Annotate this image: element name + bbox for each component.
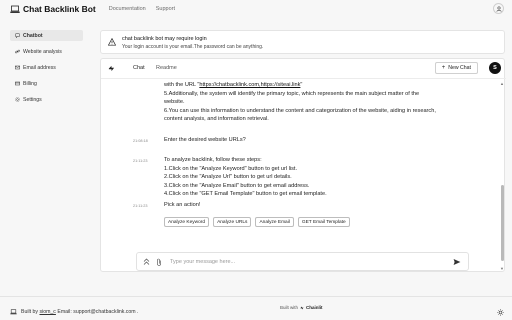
laptop-icon: [10, 5, 20, 13]
plus-icon: +: [441, 65, 446, 71]
footer-author-link[interactable]: siom_c: [39, 309, 55, 315]
text-fragment: with the URL ": [164, 82, 200, 88]
footer: Built by siom_c Email: support@chatbackl…: [10, 309, 139, 315]
user-menu-button[interactable]: [493, 3, 504, 14]
notice-title: chat backlink bot may require login: [122, 36, 207, 42]
new-chat-button[interactable]: + New Chat: [434, 62, 478, 74]
sidebar-item-billing[interactable]: Billing: [10, 78, 83, 89]
sidebar-item-settings[interactable]: Settings: [10, 94, 83, 105]
user-icon: [496, 5, 501, 12]
sidebar-item-label: Website analysis: [23, 48, 62, 55]
message-timestamp: 21:11:23: [133, 204, 148, 208]
paperclip-icon[interactable]: [156, 258, 162, 266]
mail-icon: [15, 65, 20, 70]
message-bot-instructions: To analyze backlink, follow these steps:…: [164, 156, 474, 199]
action-buttons: Analyze Keyword Analyze URLs Analyze Ema…: [164, 217, 354, 227]
nav-support[interactable]: Support: [156, 6, 175, 12]
message-line: 5.Additionally, the system will identify…: [164, 90, 420, 97]
message-line: content analysis, and information retrie…: [164, 116, 269, 123]
message-line: website.: [164, 99, 185, 106]
sidebar-item-label: Billing: [23, 80, 37, 87]
avatar[interactable]: S: [489, 62, 501, 74]
chainlit-logo-icon: [108, 65, 115, 72]
link-icon: [15, 49, 20, 54]
message-line: 1.Click on the "Analyze Keyword" button …: [164, 165, 298, 172]
send-icon[interactable]: [453, 258, 461, 266]
nav-documentation[interactable]: Documentation: [109, 6, 146, 12]
warning-icon: [108, 38, 116, 46]
chat-bubble-icon: [15, 33, 20, 38]
message-link[interactable]: https://chatbacklink.com,https://siteai.…: [199, 82, 300, 88]
new-chat-label: New Chat: [448, 65, 471, 71]
text-fragment: ": [300, 82, 303, 88]
brand[interactable]: Chat Backlink Bot: [10, 4, 96, 14]
built-with-prefix: Built with: [280, 305, 299, 310]
analyze-keyword-button[interactable]: Analyze Keyword: [164, 217, 210, 227]
sidebar-item-label: Settings: [23, 96, 42, 103]
chat-header: Chat Readme + New Chat S: [101, 59, 506, 79]
login-notice: chat backlink bot may require login Your…: [100, 30, 505, 54]
scroll-up-icon[interactable]: ▲: [500, 81, 504, 86]
message-composer: [136, 252, 469, 271]
message-line: 4.Click on the "GET Email Template" butt…: [164, 191, 327, 198]
message-list[interactable]: with the URL "https://chatbacklink.com,h…: [101, 79, 506, 273]
message-line: 3.Click on the "Analyze Email" button to…: [164, 182, 310, 189]
message-bot-prompt: Enter the desired website URLs?: [164, 137, 246, 143]
footer-email[interactable]: support@chatbacklink.com: [73, 309, 135, 315]
scrollbar[interactable]: ▲ ▼: [500, 81, 504, 271]
gear-icon: [15, 97, 20, 102]
sidebar: Chatbot Website analysis Email address B…: [10, 30, 83, 110]
app-title: Chat Backlink Bot: [23, 4, 96, 14]
chat-window: Chat Readme + New Chat S with the URL "h…: [100, 58, 506, 273]
message-bot-pick-action: Pick an action!: [164, 202, 201, 208]
message-line: 2.Click on the "Analyze Url" button to g…: [164, 174, 292, 181]
message-line: with the URL "https://chatbacklink.com,h…: [164, 81, 474, 90]
sidebar-item-website-analysis[interactable]: Website analysis: [10, 46, 83, 57]
tab-chat[interactable]: Chat: [133, 65, 145, 71]
sun-icon[interactable]: [497, 309, 504, 316]
footer-text: .: [137, 309, 139, 315]
laptop-icon: [10, 309, 17, 315]
message-timestamp: 21:08:18: [133, 139, 148, 143]
message-timestamp: 21:11:23: [133, 159, 148, 163]
notice-description: Your login account is your email.The pas…: [122, 44, 264, 50]
sidebar-item-chatbot[interactable]: Chatbot: [10, 30, 83, 41]
sidebar-item-email-address[interactable]: Email address: [10, 62, 83, 73]
message-bot-analysis: with the URL "https://chatbacklink.com,h…: [164, 81, 474, 124]
scroll-thumb[interactable]: [501, 185, 504, 261]
message-input[interactable]: [170, 256, 440, 268]
analyze-urls-button[interactable]: Analyze URLs: [213, 217, 252, 227]
get-email-template-button[interactable]: GET Email Template: [297, 217, 350, 227]
chevrons-up-icon[interactable]: [143, 258, 150, 266]
message-line: 6.You can use this information to unders…: [164, 107, 436, 114]
main-panel: chat backlink bot may require login Your…: [100, 30, 506, 310]
footer-text: Email:: [57, 309, 72, 315]
sidebar-item-label: Email address: [23, 64, 56, 71]
sidebar-item-label: Chatbot: [23, 32, 43, 39]
card-icon: [15, 81, 20, 86]
footer-divider: [0, 296, 512, 297]
scroll-down-icon[interactable]: ▼: [500, 266, 504, 271]
message-line: To analyze backlink, follow these steps:: [164, 157, 262, 163]
built-with-label[interactable]: Built with Chainlit: [280, 305, 323, 310]
footer-text: Built by: [21, 309, 39, 315]
built-with-brand: Chainlit: [306, 305, 323, 310]
tab-readme[interactable]: Readme: [156, 65, 177, 71]
chainlit-logo-icon: [300, 306, 304, 309]
top-bar: Chat Backlink Bot Documentation Support: [0, 0, 512, 18]
analyze-email-button[interactable]: Analyze Email: [255, 217, 294, 227]
